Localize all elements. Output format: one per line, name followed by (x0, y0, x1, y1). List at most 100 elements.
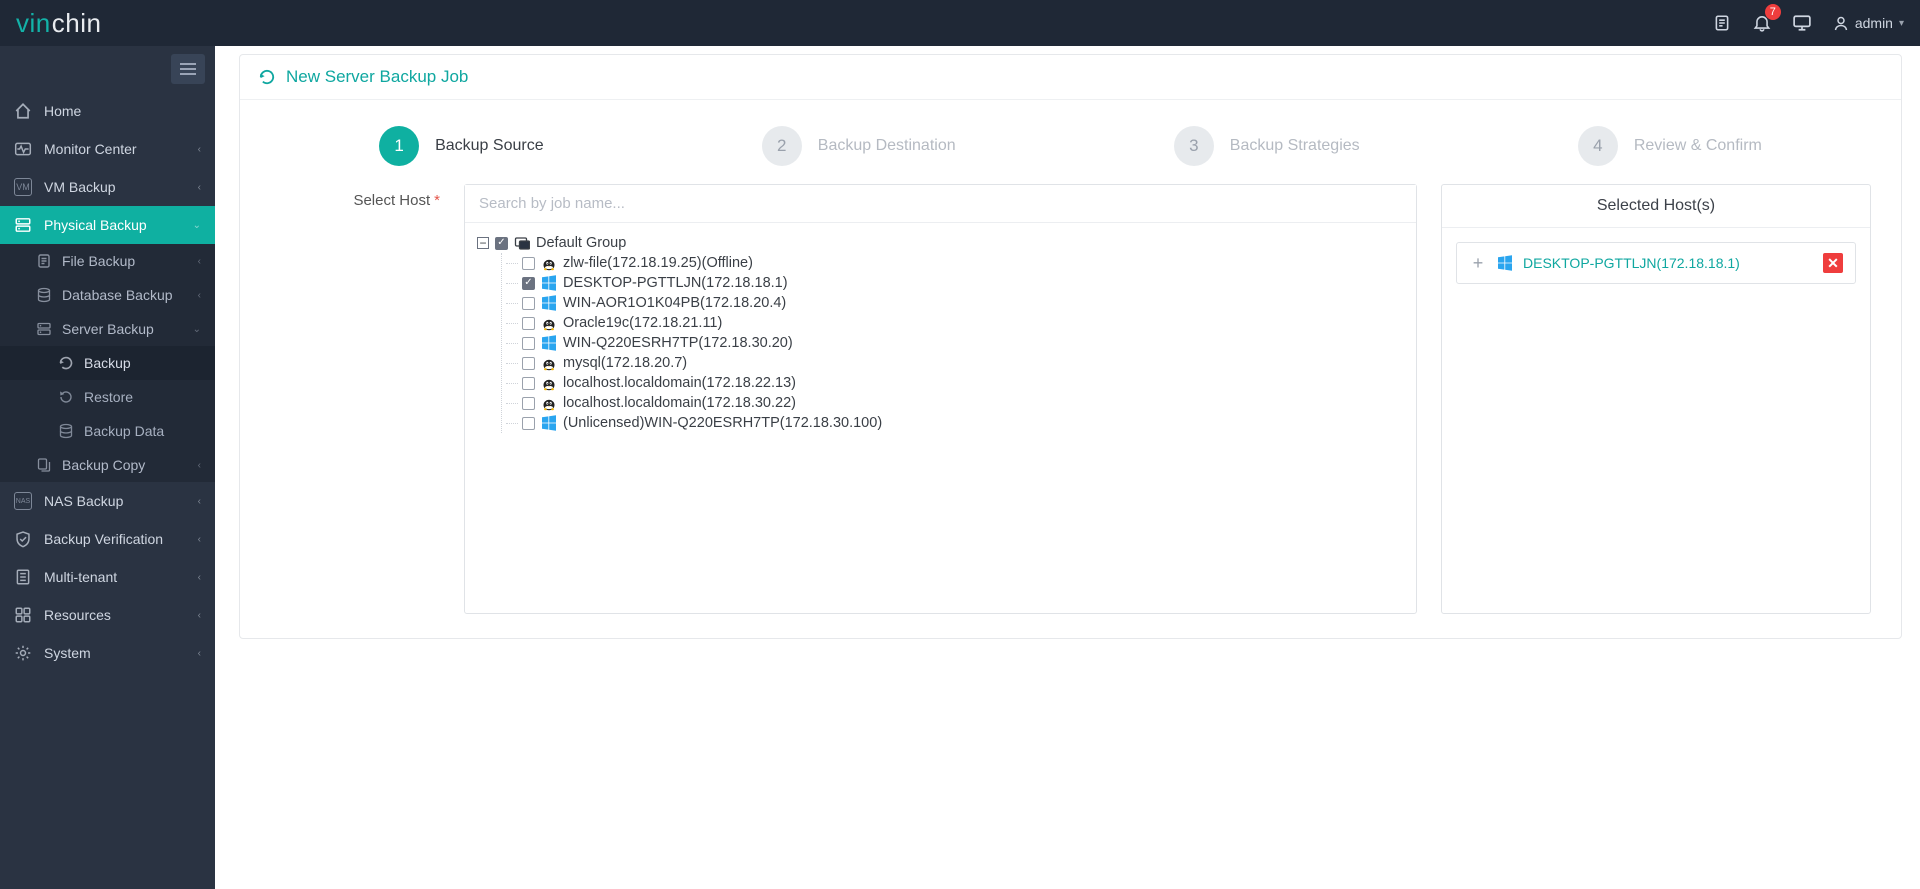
windows-icon (541, 295, 557, 311)
windows-icon (541, 275, 557, 291)
sidebar-item-database-backup[interactable]: Database Backup ‹ (0, 278, 215, 312)
sidebar-toggle[interactable] (171, 54, 205, 84)
tree-host[interactable]: mysql(172.18.20.7) (506, 353, 1404, 373)
expand-icon[interactable]: + (1469, 254, 1487, 272)
step-label: Backup Source (435, 137, 544, 155)
chevron-left-icon: ‹ (198, 648, 201, 659)
sidebar-item-label: Database Backup (62, 287, 173, 303)
chevron-left-icon: ‹ (198, 256, 201, 267)
sidebar-item-home[interactable]: Home (0, 92, 215, 130)
sidebar-item-label: Physical Backup (44, 217, 181, 233)
sidebar-item-restore[interactable]: Restore (0, 380, 215, 414)
tree-host[interactable]: WIN-AOR1O1K04PB(172.18.20.4) (506, 293, 1404, 313)
sidebar-item-label: Resources (44, 607, 186, 623)
sidebar-item-backup-data[interactable]: Backup Data (0, 414, 215, 448)
selected-hosts-header: Selected Host(s) (1442, 185, 1870, 228)
tree-host[interactable]: Oracle19c(172.18.21.11) (506, 313, 1404, 333)
tree-label: WIN-AOR1O1K04PB(172.18.20.4) (563, 295, 786, 311)
step-number: 4 (1578, 126, 1618, 166)
log-icon[interactable] (1713, 14, 1731, 32)
sidebar-item-backup-verification[interactable]: Backup Verification ‹ (0, 520, 215, 558)
checkbox[interactable] (522, 257, 535, 270)
checkbox[interactable] (522, 377, 535, 390)
tree-host[interactable]: WIN-Q220ESRH7TP(172.18.30.20) (506, 333, 1404, 353)
tree-group[interactable]: − Default Group (477, 233, 1404, 253)
sidebar-item-vm-backup[interactable]: VM VM Backup ‹ (0, 168, 215, 206)
select-host-label: Select Host* (270, 184, 440, 209)
sidebar-item-system[interactable]: System ‹ (0, 634, 215, 672)
sidebar-item-label: VM Backup (44, 179, 186, 195)
step-number: 2 (762, 126, 802, 166)
checkbox[interactable] (522, 317, 535, 330)
brand-prefix: vin (16, 8, 51, 39)
page-title-bar: New Server Backup Job (240, 55, 1901, 100)
sidebar-item-label: Multi-tenant (44, 569, 186, 585)
notification-badge: 7 (1765, 4, 1781, 20)
step-backup-destination[interactable]: 2 Backup Destination (762, 126, 956, 166)
windows-icon (541, 415, 557, 431)
chevron-left-icon: ‹ (198, 182, 201, 193)
sidebar-item-physical-backup[interactable]: Physical Backup ⌄ (0, 206, 215, 244)
chevron-left-icon: ‹ (198, 572, 201, 583)
tree-host[interactable]: (Unlicensed)WIN-Q220ESRH7TP(172.18.30.10… (506, 413, 1404, 433)
notification-icon[interactable]: 7 (1753, 14, 1771, 32)
sidebar-item-label: NAS Backup (44, 493, 186, 509)
tree-label: zlw-file(172.18.19.25)(Offline) (563, 255, 753, 271)
tree-host[interactable]: localhost.localdomain(172.18.30.22) (506, 393, 1404, 413)
step-review-confirm[interactable]: 4 Review & Confirm (1578, 126, 1762, 166)
user-menu[interactable]: admin ▾ (1833, 15, 1904, 31)
brand-logo: vin chin (16, 8, 101, 39)
tree-host[interactable]: DESKTOP-PGTTLJN(172.18.18.1) (506, 273, 1404, 293)
checkbox[interactable] (495, 237, 508, 250)
main-content: New Server Backup Job 1 Backup Source 2 … (215, 46, 1920, 889)
sidebar-item-multi-tenant[interactable]: Multi-tenant ‹ (0, 558, 215, 596)
checkbox[interactable] (522, 297, 535, 310)
tree-host[interactable]: zlw-file(172.18.19.25)(Offline) (506, 253, 1404, 273)
sidebar-item-backup[interactable]: Backup (0, 346, 215, 380)
checkbox[interactable] (522, 417, 535, 430)
step-backup-strategies[interactable]: 3 Backup Strategies (1174, 126, 1360, 166)
sidebar-item-monitor-center[interactable]: Monitor Center ‹ (0, 130, 215, 168)
step-backup-source[interactable]: 1 Backup Source (379, 126, 544, 166)
tree-label: WIN-Q220ESRH7TP(172.18.30.20) (563, 335, 793, 351)
checkbox[interactable] (522, 337, 535, 350)
step-label: Backup Strategies (1230, 137, 1360, 155)
tree-label: localhost.localdomain(172.18.30.22) (563, 395, 796, 411)
page-title: New Server Backup Job (286, 67, 468, 87)
sidebar-item-label: Backup (84, 355, 131, 371)
wizard-steps: 1 Backup Source 2 Backup Destination 3 B… (240, 100, 1901, 184)
screen-icon[interactable] (1793, 14, 1811, 32)
chevron-down-icon: ⌄ (193, 324, 201, 335)
step-label: Backup Destination (818, 137, 956, 155)
sidebar-item-label: Restore (84, 389, 133, 405)
linux-icon (541, 375, 557, 391)
checkbox[interactable] (522, 277, 535, 290)
sidebar-item-label: Backup Copy (62, 457, 145, 473)
chevron-left-icon: ‹ (198, 534, 201, 545)
sidebar-item-label: Server Backup (62, 321, 154, 337)
brand-suffix: chin (52, 8, 102, 39)
sidebar-item-file-backup[interactable]: File Backup ‹ (0, 244, 215, 278)
chevron-left-icon: ‹ (198, 290, 201, 301)
chevron-down-icon: ▾ (1899, 18, 1904, 29)
linux-icon (541, 315, 557, 331)
sidebar: Home Monitor Center ‹ VM VM Backup ‹ Phy… (0, 46, 215, 889)
checkbox[interactable] (522, 397, 535, 410)
sidebar-item-backup-copy[interactable]: Backup Copy ‹ (0, 448, 215, 482)
checkbox[interactable] (522, 357, 535, 370)
sidebar-item-label: Home (44, 103, 201, 119)
step-number: 3 (1174, 126, 1214, 166)
vm-icon: VM (14, 178, 32, 196)
sidebar-item-server-backup[interactable]: Server Backup ⌄ (0, 312, 215, 346)
search-input[interactable] (465, 185, 1416, 223)
top-bar: vin chin 7 admin ▾ (0, 0, 1920, 46)
host-tree-panel: − Default Group zlw-file(172.18.19.25)(O… (464, 184, 1417, 614)
selected-host-name[interactable]: DESKTOP-PGTTLJN(172.18.18.1) (1523, 255, 1813, 271)
sidebar-item-resources[interactable]: Resources ‹ (0, 596, 215, 634)
remove-button[interactable]: ✕ (1823, 253, 1843, 273)
sidebar-item-nas-backup[interactable]: NAS NAS Backup ‹ (0, 482, 215, 520)
expand-toggle[interactable]: − (477, 237, 489, 249)
chevron-left-icon: ‹ (198, 460, 201, 471)
tree-host[interactable]: localhost.localdomain(172.18.22.13) (506, 373, 1404, 393)
linux-icon (541, 395, 557, 411)
